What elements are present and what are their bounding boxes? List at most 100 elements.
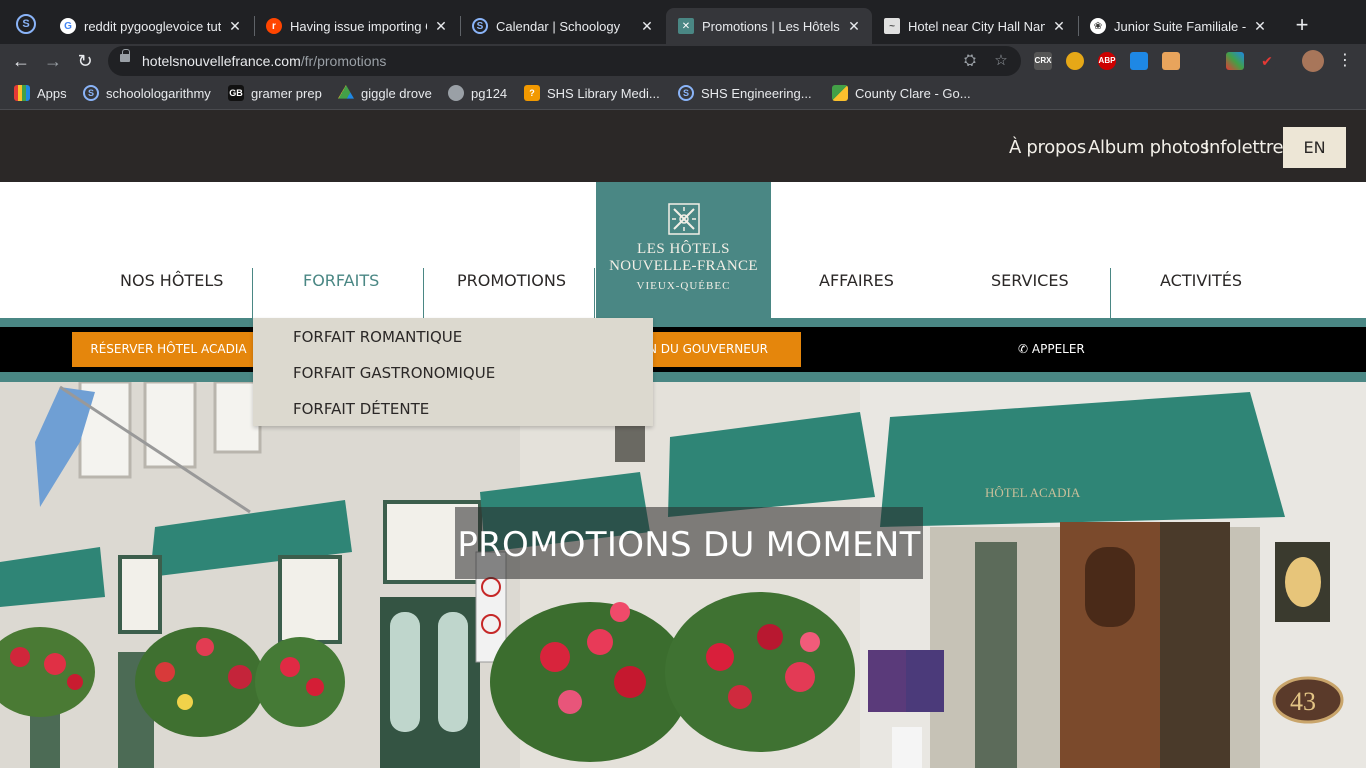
bookmark-item[interactable]: County Clare - Go... [832, 85, 971, 101]
packages-dropdown-menu: FORFAIT ROMANTIQUE FORFAIT GASTRONOMIQUE… [253, 318, 653, 426]
extension-icon[interactable] [1194, 52, 1212, 70]
book-acadia-button[interactable]: RÉSERVER HÔTEL ACADIA [72, 332, 265, 367]
tab-title: reddit pygooglevoice tuto [84, 18, 221, 34]
tab-title: Hotel near City Hall Nant [908, 18, 1045, 34]
adblock-plus-icon[interactable]: ABP [1098, 52, 1116, 70]
bookmark-item[interactable]: pg124 [448, 85, 507, 101]
bookmarks-bar: Apps S schoolologarithmy GB gramer prep … [0, 78, 1366, 110]
bookmark-label: giggle drove [361, 85, 432, 101]
nav-packages[interactable]: FORFAITS [303, 271, 379, 290]
album-link[interactable]: Album photos [1088, 137, 1209, 158]
forward-arrow-icon[interactable]: → [40, 48, 66, 74]
tab-title: Calendar | Schoology [496, 18, 621, 34]
dropdown-item-relaxation[interactable]: FORFAIT DÉTENTE [293, 400, 429, 418]
bookmark-label: pg124 [471, 85, 508, 101]
door-number: 43 [1290, 687, 1316, 716]
back-arrow-icon[interactable]: ← [8, 48, 34, 74]
site-logo[interactable]: LES HÔTELS NOUVELLE-FRANCE VIEUX-QUÉBEC [596, 182, 771, 318]
language-button[interactable]: EN [1283, 127, 1346, 168]
close-icon[interactable]: ✕ [639, 18, 655, 35]
logo-line-1: LES HÔTELS [637, 241, 730, 257]
bookmark-label: schoolologarithmy [106, 85, 211, 101]
awning-text: HÔTEL ACADIA [985, 485, 1081, 500]
apps-grid-icon [14, 85, 30, 101]
about-link[interactable]: À propos [1009, 137, 1086, 158]
tab-title: Junior Suite Familiale - H [1114, 18, 1246, 34]
nav-separator [1110, 268, 1111, 318]
bookmark-item[interactable]: S SHS Engineering... [678, 85, 812, 101]
reload-icon[interactable]: ↻ [72, 48, 98, 74]
nav-business[interactable]: AFFAIRES [819, 271, 894, 290]
hero-title: PROMOTIONS DU MOMENT [457, 525, 921, 565]
main-navigation: NOS HÔTELS FORFAITS PROMOTIONS LES HÔTEL… [0, 182, 1366, 318]
nav-activities[interactable]: ACTIVITÉS [1160, 271, 1242, 290]
reddit-icon: r [266, 18, 282, 34]
close-icon[interactable]: ✕ [1051, 18, 1067, 35]
owl-extension-icon[interactable] [1066, 52, 1084, 70]
star-icon[interactable]: ☆ [992, 52, 1010, 70]
browser-tab[interactable]: r Having issue importing G ✕ [254, 8, 459, 44]
teal-divider [0, 372, 1366, 382]
schoology-icon: S [472, 18, 488, 34]
browser-tab[interactable]: ~ Hotel near City Hall Nant ✕ [872, 8, 1077, 44]
bookmark-item[interactable]: S schoolologarithmy [83, 85, 211, 101]
tab-title: Having issue importing G [290, 18, 427, 34]
nav-separator [423, 268, 424, 318]
schoology-icon: S [83, 85, 99, 101]
browser-tab-active[interactable]: ✕ Promotions | Les Hôtels N ✕ [666, 8, 872, 44]
close-icon[interactable]: ✕ [227, 18, 243, 35]
maps-icon [832, 85, 848, 101]
bookmark-label: SHS Library Medi... [547, 85, 660, 101]
nav-services[interactable]: SERVICES [991, 271, 1069, 290]
hero-title-box: PROMOTIONS DU MOMENT [455, 507, 923, 579]
phone-icon: ✆ [1018, 342, 1029, 356]
bookmark-item[interactable]: ? SHS Library Medi... [524, 85, 660, 101]
bookmark-apps[interactable]: Apps [14, 85, 67, 101]
bookmark-item[interactable]: giggle drove [338, 85, 432, 101]
page-icon: ~ [884, 18, 900, 34]
hotel-logo-icon: ✕ [678, 18, 694, 34]
address-bar[interactable]: hotelsnouvellefrance.com/fr/promotions ⛭… [108, 46, 1021, 76]
nav-separator [252, 268, 253, 318]
logo-line-2: NOUVELLE-FRANCE [609, 258, 758, 274]
teal-divider [0, 318, 1366, 327]
library-icon: ? [524, 85, 540, 101]
extension-icon[interactable] [1162, 52, 1180, 70]
new-tab-button[interactable]: + [1288, 12, 1316, 40]
crx-extension-icon[interactable]: CRX [1034, 52, 1052, 70]
schoology-icon: S [678, 85, 694, 101]
nav-hotels[interactable]: NOS HÔTELS [120, 271, 223, 290]
tab-title: Promotions | Les Hôtels N [702, 18, 840, 34]
lock-icon [120, 49, 130, 62]
paw-icon: ❀ [1090, 18, 1106, 34]
bookmark-item[interactable]: GB gramer prep [228, 85, 322, 101]
bookmark-label: SHS Engineering... [701, 85, 812, 101]
newsletter-link[interactable]: Infolettre [1204, 137, 1284, 158]
schoology-pinned-tab-icon[interactable]: S [16, 14, 36, 34]
menu-dots-icon[interactable]: ⋮ [1332, 48, 1358, 74]
logo-mark-icon [668, 203, 700, 235]
extension-icon[interactable] [1130, 52, 1148, 70]
translate-icon[interactable]: ⛭ [961, 52, 979, 70]
dropdown-item-romantic[interactable]: FORFAIT ROMANTIQUE [293, 328, 462, 346]
nav-promotions[interactable]: PROMOTIONS [457, 271, 566, 290]
close-icon[interactable]: ✕ [846, 18, 862, 35]
browser-tab-strip: S G reddit pygooglevoice tuto ✕ r Having… [0, 0, 1366, 44]
call-label: APPELER [1031, 342, 1085, 356]
browser-tab[interactable]: ❀ Junior Suite Familiale - H ✕ [1078, 8, 1278, 44]
call-button[interactable]: ✆ APPELER [1018, 342, 1085, 356]
extension-icon[interactable]: ✔ [1258, 52, 1276, 70]
bookmark-label: gramer prep [251, 85, 322, 101]
browser-tab[interactable]: S Calendar | Schoology ✕ [460, 8, 665, 44]
hero-image: HÔTEL ACADIA 43 PROMOTIONS DU MOMENT [0, 382, 1366, 768]
booking-bar: RÉSERVER HÔTEL ACADIA N DU GOUVERNEUR ✆ … [0, 327, 1366, 372]
bookmark-label: Apps [37, 85, 67, 101]
browser-tab[interactable]: G reddit pygooglevoice tuto ✕ [48, 8, 253, 44]
close-icon[interactable]: ✕ [1252, 18, 1268, 35]
close-icon[interactable]: ✕ [433, 18, 449, 35]
avatar[interactable] [1302, 50, 1324, 72]
color-extension-icon[interactable] [1226, 52, 1244, 70]
browser-toolbar: ← → ↻ hotelsnouvellefrance.com/fr/promot… [0, 44, 1366, 78]
dropdown-item-gastronomic[interactable]: FORFAIT GASTRONOMIQUE [293, 364, 495, 382]
site-top-bar: À propos Album photos Infolettre EN [0, 110, 1366, 182]
